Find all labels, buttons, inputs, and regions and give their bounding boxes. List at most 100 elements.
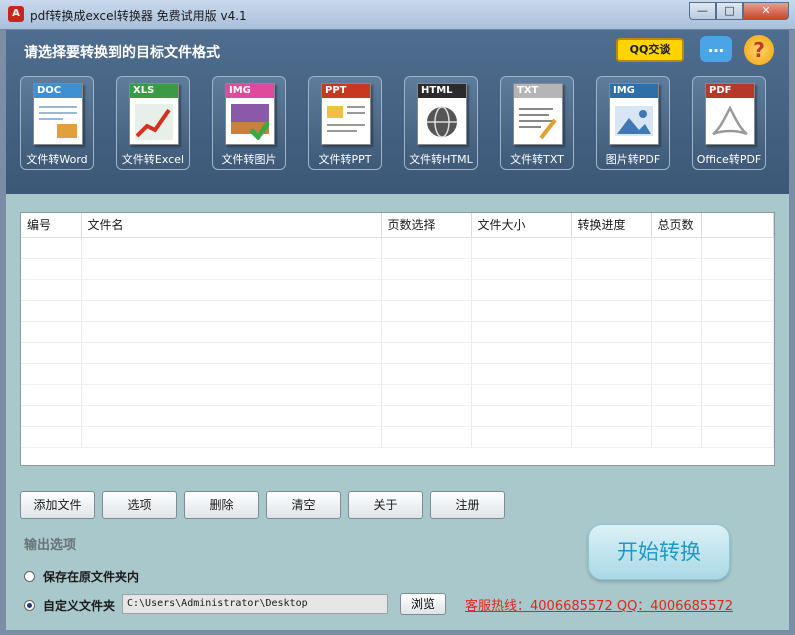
browse-button[interactable]: 浏览 — [400, 593, 446, 615]
table-cell — [381, 237, 472, 259]
table-cell — [471, 384, 572, 406]
table-row — [21, 426, 774, 448]
column-header-filename[interactable]: 文件名 — [81, 213, 382, 238]
start-convert-button[interactable]: 开始转换 — [588, 524, 730, 580]
speech-bubble-icon[interactable]: … — [700, 36, 732, 62]
chart-up-icon — [135, 104, 173, 140]
format-header: 请选择要转换到的目标文件格式 QQ交谈 … ? DOC 文件转Word XLS … — [6, 30, 789, 194]
table-cell — [21, 321, 82, 343]
delete-button[interactable]: 删除 — [184, 491, 259, 519]
window-controls: — □ ✕ — [689, 2, 789, 20]
table-cell — [81, 342, 382, 364]
tool-label: Office转PDF — [696, 153, 762, 166]
help-icon[interactable]: ? — [744, 35, 774, 65]
xls-icon: XLS — [129, 83, 179, 145]
table-cell — [651, 426, 702, 448]
tool-image[interactable]: IMG 文件转图片 — [212, 76, 286, 170]
table-cell — [471, 405, 572, 427]
tool-html[interactable]: HTML 文件转HTML — [404, 76, 478, 170]
table-row — [21, 237, 774, 259]
table-cell — [701, 237, 774, 259]
tool-excel[interactable]: XLS 文件转Excel — [116, 76, 190, 170]
tool-label: 文件转Word — [26, 153, 88, 166]
qq-chat-button[interactable]: QQ交谈 — [616, 38, 684, 62]
tool-word[interactable]: DOC 文件转Word — [20, 76, 94, 170]
table-cell — [651, 342, 702, 364]
table-row — [21, 405, 774, 427]
table-cell — [651, 405, 702, 427]
window-title: pdf转换成excel转换器 免费试用版 v4.1 — [30, 9, 247, 23]
table-cell — [381, 279, 472, 301]
custom-folder-option[interactable]: 自定义文件夹 — [24, 597, 115, 614]
tool-label: 文件转HTML — [409, 153, 473, 166]
globe-icon — [427, 106, 457, 138]
table-cell — [81, 237, 382, 259]
table-row — [21, 279, 774, 301]
save-original-radio[interactable] — [24, 571, 35, 582]
table-cell — [21, 384, 82, 406]
picture-icon — [615, 106, 653, 136]
table-cell — [81, 321, 382, 343]
table-cell — [381, 384, 472, 406]
table-cell — [471, 258, 572, 280]
table-cell — [571, 405, 652, 427]
table-cell — [381, 300, 472, 322]
maximize-button[interactable]: □ — [716, 2, 743, 20]
table-row — [21, 321, 774, 343]
txt-icon: TXT — [513, 83, 563, 145]
table-cell — [701, 279, 774, 301]
table-cell — [571, 279, 652, 301]
add-file-button[interactable]: 添加文件 — [20, 491, 95, 519]
table-cell — [21, 237, 82, 259]
column-header-file-size[interactable]: 文件大小 — [471, 213, 572, 238]
register-button[interactable]: 注册 — [430, 491, 505, 519]
tool-office-to-pdf[interactable]: PDF Office转PDF — [692, 76, 766, 170]
acrobat-icon — [712, 105, 748, 136]
save-original-option[interactable]: 保存在原文件夹内 — [24, 568, 139, 585]
table-cell — [81, 279, 382, 301]
table-cell — [571, 363, 652, 385]
table-cell — [471, 363, 572, 385]
table-cell — [701, 426, 774, 448]
table-cell — [81, 258, 382, 280]
table-cell — [471, 300, 572, 322]
close-button[interactable]: ✕ — [743, 2, 789, 20]
column-header-page-select[interactable]: 页数选择 — [381, 213, 472, 238]
table-body — [21, 237, 774, 448]
output-path-input[interactable]: C:\Users\Administrator\Desktop — [122, 594, 388, 614]
tool-label: 文件转Excel — [121, 153, 185, 166]
tool-image-to-pdf[interactable]: IMG 图片转PDF — [596, 76, 670, 170]
table-cell — [381, 405, 472, 427]
title-bar: A pdf转换成excel转换器 免费试用版 v4.1 — □ ✕ — [0, 0, 795, 30]
file-table[interactable]: 编号 文件名 页数选择 文件大小 转换进度 总页数 — [20, 212, 775, 466]
clear-button[interactable]: 清空 — [266, 491, 341, 519]
tool-txt[interactable]: TXT 文件转TXT — [500, 76, 574, 170]
table-cell — [81, 300, 382, 322]
table-cell — [701, 405, 774, 427]
table-cell — [21, 405, 82, 427]
table-cell — [471, 321, 572, 343]
custom-folder-radio[interactable] — [24, 600, 35, 611]
table-cell — [571, 300, 652, 322]
table-cell — [571, 237, 652, 259]
column-header-total-pages[interactable]: 总页数 — [651, 213, 702, 238]
options-button[interactable]: 选项 — [102, 491, 177, 519]
about-button[interactable]: 关于 — [348, 491, 423, 519]
table-cell — [701, 384, 774, 406]
table-cell — [381, 321, 472, 343]
table-cell — [381, 363, 472, 385]
table-cell — [651, 258, 702, 280]
column-header-progress[interactable]: 转换进度 — [571, 213, 652, 238]
table-cell — [21, 258, 82, 280]
table-cell — [571, 342, 652, 364]
column-header-index[interactable]: 编号 — [21, 213, 82, 238]
table-row — [21, 342, 774, 364]
table-cell — [701, 300, 774, 322]
minimize-button[interactable]: — — [689, 2, 716, 20]
action-buttons: 添加文件 选项 删除 清空 关于 注册 — [20, 491, 512, 519]
img-icon: IMG — [609, 83, 659, 145]
tool-ppt[interactable]: PPT 文件转PPT — [308, 76, 382, 170]
table-cell — [651, 237, 702, 259]
table-cell — [381, 426, 472, 448]
support-hotline-link[interactable]: 客服热线：4006685572 QQ：4006685572 — [465, 595, 733, 614]
